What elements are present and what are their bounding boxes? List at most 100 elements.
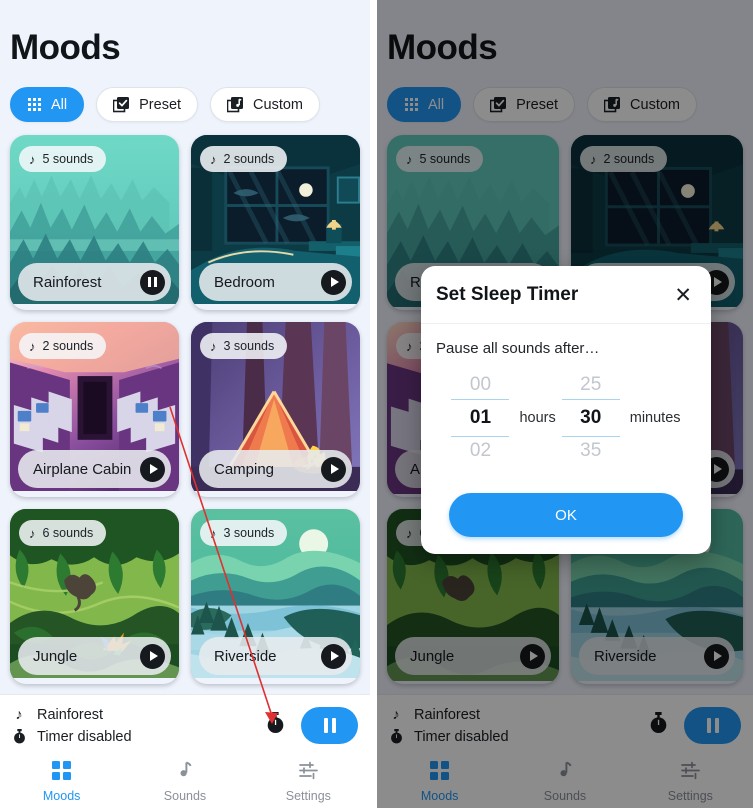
now-playing-timer-row: Timer disabled [12, 729, 266, 745]
phone-panel-after: Moods All Preset Custom ♪ 5 sounds ♪ 2 s… [377, 0, 753, 808]
now-playing-bar: ♪ Rainforest Timer disabled [0, 694, 370, 756]
mood-name: Jungle [33, 647, 78, 665]
now-playing-track: Rainforest [37, 706, 104, 723]
music-note-icon: ♪ [210, 151, 217, 167]
now-playing-info: ♪ Rainforest Timer disabled [12, 707, 266, 745]
mood-card-bedroom[interactable]: ♪ 2 sounds Bedroom [191, 135, 360, 310]
sleep-timer-button[interactable] [266, 712, 285, 739]
music-note-icon: ♪ [210, 525, 217, 541]
filter-chip-label: Preset [139, 96, 182, 113]
filter-chip-label: Custom [253, 96, 304, 113]
music-square-icon [227, 96, 244, 113]
filter-chip-group: All Preset Custom [0, 68, 370, 122]
hours-value-below[interactable]: 02 [451, 437, 509, 465]
mood-card-bar: Airplane Cabin [18, 450, 171, 488]
now-playing-timer-status: Timer disabled [37, 728, 132, 745]
music-note-icon: ♪ [29, 151, 36, 167]
grid-icon [27, 97, 42, 112]
mood-card-bar: Riverside [199, 637, 352, 675]
sound-count-label: 5 sounds [42, 152, 94, 166]
mood-card-bar: Camping [199, 450, 352, 488]
tab-label: Sounds [163, 789, 207, 803]
minutes-unit-label: minutes [629, 410, 681, 426]
sound-count-badge: ♪ 5 sounds [19, 146, 107, 172]
mood-card-rainforest[interactable]: ♪ 5 sounds Rainforest [10, 135, 179, 310]
close-icon[interactable]: ✕ [672, 285, 694, 306]
mood-card-bar: Rainforest [18, 263, 171, 301]
screenshot-stage: Moods All Preset Custom ♪ 5 sounds Rainf… [0, 0, 753, 808]
sound-count-label: 3 sounds [223, 339, 275, 353]
music-note-icon: ♪ [29, 525, 36, 541]
filter-chip-all[interactable]: All [10, 87, 85, 122]
tab-sounds[interactable]: Sounds [123, 761, 246, 803]
dialog-body: Pause all sounds after… 00 01 02 hours 2… [421, 324, 711, 537]
filter-chip-label: All [51, 96, 68, 113]
play-button[interactable] [140, 643, 165, 669]
phone-panel-before: Moods All Preset Custom ♪ 5 sounds Rainf… [0, 0, 370, 808]
dialog-subtitle: Pause all sounds after… [436, 340, 600, 357]
sound-count-badge: ♪ 2 sounds [200, 146, 288, 172]
minutes-value-above[interactable]: 25 [562, 371, 620, 399]
sound-count-badge: ♪ 3 sounds [200, 520, 288, 546]
dialog-title: Set Sleep Timer [436, 284, 579, 305]
mood-card-jungle[interactable]: ♪ 6 sounds Jungle [10, 509, 179, 684]
music-note-icon: ♪ [210, 338, 217, 354]
app-screen: Moods All Preset Custom ♪ 5 sounds Rainf… [0, 0, 370, 808]
sound-count-badge: ♪ 3 sounds [200, 333, 288, 359]
music-note-icon [175, 761, 194, 785]
transport-pause-button[interactable] [301, 707, 358, 744]
dialog-header: Set Sleep Timer ✕ [421, 266, 711, 324]
sound-count-label: 2 sounds [223, 152, 275, 166]
bottom-tab-bar: Moods Sounds Settings [0, 756, 370, 808]
play-button[interactable] [140, 456, 165, 482]
filter-chip-custom[interactable]: Custom [210, 87, 321, 122]
sound-count-badge: ♪ 2 sounds [19, 333, 107, 359]
filter-chip-preset[interactable]: Preset [96, 87, 199, 122]
tab-moods[interactable]: Moods [0, 761, 123, 803]
hours-value-selected[interactable]: 01 [451, 399, 510, 437]
dialog-confirm-button[interactable]: OK [449, 493, 683, 537]
minutes-picker-column[interactable]: 25 30 35 [561, 371, 620, 465]
sound-count-label: 3 sounds [223, 526, 275, 540]
tab-label: Settings [285, 789, 331, 803]
mood-card-bar: Bedroom [199, 263, 352, 301]
play-button[interactable] [321, 456, 346, 482]
duration-pickers: 00 01 02 hours 25 30 35 minutes [436, 357, 696, 471]
mood-name: Airplane Cabin [33, 460, 132, 478]
now-playing-track-row: ♪ Rainforest [12, 707, 266, 723]
grid-squares-icon [52, 761, 72, 785]
checkbox-square-icon [113, 96, 130, 113]
stopwatch-icon [12, 729, 26, 744]
mood-card-airplane-cabin[interactable]: ♪ 2 sounds Airplane Cabin [10, 322, 179, 497]
tab-label: Moods [42, 789, 81, 803]
tab-settings[interactable]: Settings [247, 761, 370, 803]
minutes-value-selected[interactable]: 30 [561, 399, 620, 437]
panel-divider [370, 0, 377, 808]
music-note-icon: ♪ [29, 338, 36, 354]
mood-card-grid: ♪ 5 sounds Rainforest [0, 122, 370, 684]
hours-picker[interactable]: 00 01 02 hours [451, 371, 556, 465]
sound-count-badge: ♪ 6 sounds [19, 520, 107, 546]
mood-card-camping[interactable]: ♪ 3 sounds Camping [191, 322, 360, 497]
app-screen-dimmed: Moods All Preset Custom ♪ 5 sounds ♪ 2 s… [377, 0, 753, 808]
hours-unit-label: hours [519, 410, 556, 426]
mood-name: Riverside [214, 647, 277, 665]
minutes-value-below[interactable]: 35 [562, 437, 620, 465]
play-button[interactable] [321, 643, 346, 669]
hours-picker-column[interactable]: 00 01 02 [451, 371, 510, 465]
play-button[interactable] [321, 269, 346, 295]
sleep-timer-dialog: Set Sleep Timer ✕ Pause all sounds after… [421, 266, 711, 554]
mood-name: Rainforest [33, 273, 102, 291]
mood-card-bar: Jungle [18, 637, 171, 675]
mood-name: Camping [214, 460, 275, 478]
sound-count-label: 6 sounds [42, 526, 94, 540]
sliders-icon [298, 761, 318, 785]
minutes-picker[interactable]: 25 30 35 minutes [561, 371, 681, 465]
mood-name: Bedroom [214, 273, 275, 291]
page-title: Moods [10, 28, 121, 67]
music-note-icon: ♪ [15, 706, 23, 723]
hours-value-above[interactable]: 00 [451, 371, 509, 399]
mood-card-riverside[interactable]: ♪ 3 sounds Riverside [191, 509, 360, 684]
pause-button[interactable] [140, 269, 165, 295]
sound-count-label: 2 sounds [42, 339, 94, 353]
